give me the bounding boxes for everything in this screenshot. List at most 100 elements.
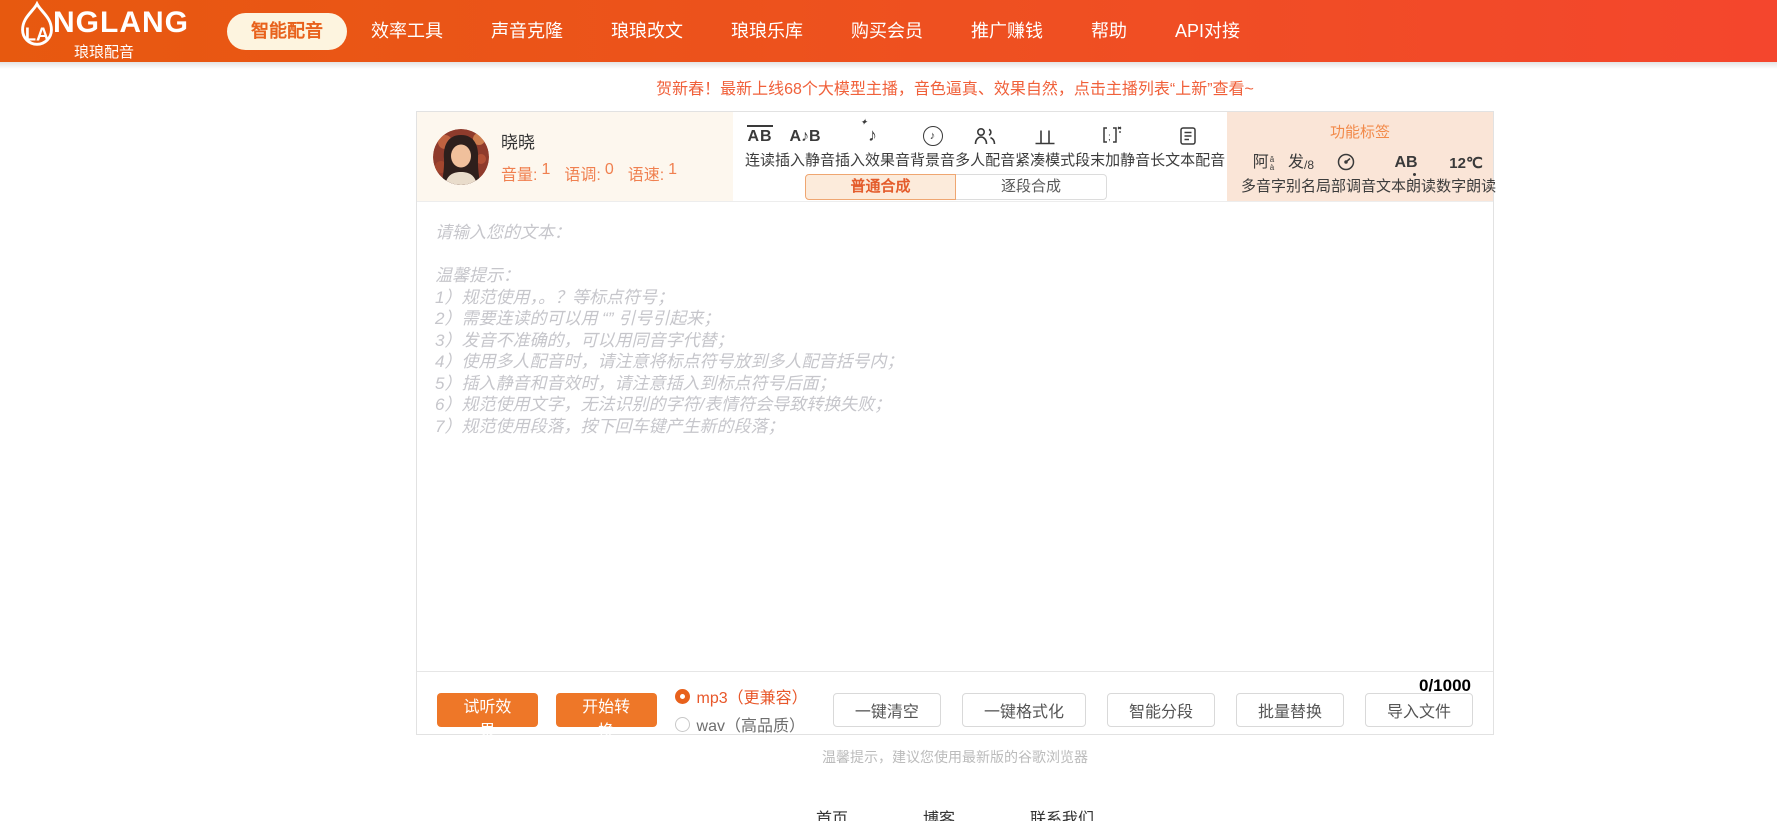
format-mp3[interactable]: mp3（更兼容）	[674, 684, 808, 708]
tool-compact-mode[interactable]: 紧凑模式	[1015, 120, 1075, 170]
dubbing-panel: 晓晓 音量: 1 语调: 0 语速: 1 AB 连读 A♪B 插入静音 ✦ ♪ …	[416, 111, 1496, 740]
alias-icon: 发/8	[1288, 154, 1315, 172]
tag-text-reading[interactable]: AB 文本朗读	[1376, 146, 1436, 196]
tag-label: 多音字	[1241, 178, 1287, 195]
top-navbar: LA NGLANG 琅琅配音 智能配音 效率工具 声音克隆 琅琅改文 琅琅乐库 …	[0, 0, 1777, 62]
nav-shadow	[0, 62, 1777, 69]
speaker-params: 音量: 1 语调: 0 语速: 1	[501, 161, 687, 185]
format-selector: mp3（更兼容） wav（高品质）	[674, 684, 808, 736]
action-buttons: 一键清空 一键格式化 智能分段 批量替换 导入文件	[832, 693, 1473, 727]
main-menu: 智能配音 效率工具 声音克隆 琅琅改文 琅琅乐库 购买会员 推广赚钱 帮助 AP…	[227, 12, 1264, 50]
tag-local-tuning[interactable]: 局部调音	[1316, 146, 1376, 196]
tool-label: 长文本配音	[1150, 152, 1226, 169]
tag-alias[interactable]: 发/8 别名	[1286, 146, 1316, 196]
toolbar-cell: AB 连读 A♪B 插入静音 ✦ ♪ 插入效果音 ♪ 背景音 多人配音 紧凑模式…	[733, 112, 1227, 201]
nav-item-buy-membership[interactable]: 购买会员	[827, 13, 947, 50]
volume-value: 1	[541, 161, 551, 178]
number-reading-icon: 12℃	[1449, 155, 1483, 172]
long-text-dubbing-icon	[1179, 127, 1196, 145]
footer-links: 首页 博客 联系我们	[416, 805, 1494, 821]
tab-segment-synthesis[interactable]: 逐段合成	[956, 174, 1107, 200]
mp3-radio[interactable]	[674, 688, 690, 704]
speaker-card[interactable]: 晓晓 音量: 1 语调: 0 语速: 1	[417, 112, 733, 201]
format-wav[interactable]: wav（高品质）	[674, 712, 805, 736]
paragraph-end-silence-icon: ;	[1102, 126, 1121, 143]
feature-tags-panel: 功能标签 阿 ǎà 多音字 发/8 别名 局部调音 AB 文本朗读 12℃ 数字…	[1227, 112, 1496, 201]
tool-label: 紧凑模式	[1015, 152, 1076, 169]
convert-button[interactable]: 开始转换	[555, 693, 657, 740]
speed-label: 语速:	[627, 167, 665, 184]
logo-monogram: LA	[25, 23, 49, 44]
tool-multi-voice[interactable]: 多人配音	[955, 120, 1015, 170]
insert-silence-icon: A♪B	[789, 128, 821, 145]
speaker-name: 晓晓	[501, 133, 535, 152]
tool-label: 段末加静音	[1075, 152, 1151, 169]
promo-banner-text: 贺新春！最新上线68个大模型主播，音色逼真、效果自然，点击主播列表“上新”查看~	[656, 80, 1254, 98]
nav-item-promote-earn[interactable]: 推广赚钱	[947, 13, 1067, 50]
feature-tags-title: 功能标签	[1329, 124, 1390, 141]
nav-item-ai-dubbing[interactable]: 智能配音	[227, 12, 347, 50]
tab-normal-synthesis[interactable]: 普通合成	[805, 174, 956, 200]
polyphonic-icon: 阿 ǎà	[1252, 154, 1275, 172]
nav-item-music-library[interactable]: 琅琅乐库	[707, 13, 827, 50]
local-tuning-icon	[1337, 153, 1355, 171]
wav-radio[interactable]	[674, 716, 690, 732]
nav-item-api[interactable]: API对接	[1151, 13, 1264, 50]
brand-logo[interactable]: LA NGLANG 琅琅配音	[12, 0, 189, 62]
tool-label: 多人配音	[955, 152, 1016, 169]
text-input[interactable]	[417, 202, 1493, 671]
tool-long-text-dubbing[interactable]: 长文本配音	[1150, 120, 1225, 170]
tool-insert-sfx[interactable]: ✦ ♪ 插入效果音	[835, 117, 911, 170]
tag-polyphonic[interactable]: 阿 ǎà 多音字	[1241, 146, 1286, 196]
tag-label: 局部调音	[1316, 178, 1377, 195]
char-counter: 0/1000	[1419, 676, 1471, 695]
compact-mode-icon	[1035, 130, 1055, 145]
clear-all-button[interactable]: 一键清空	[832, 693, 941, 727]
nav-item-help[interactable]: 帮助	[1067, 13, 1151, 50]
panel-header: 晓晓 音量: 1 语调: 0 语速: 1 AB 连读 A♪B 插入静音 ✦ ♪ …	[417, 112, 1496, 202]
tool-label: 插入效果音	[835, 152, 911, 169]
background-music-icon: ♪	[922, 126, 943, 146]
multi-voice-icon	[974, 127, 996, 145]
speaker-avatar[interactable]	[433, 128, 489, 185]
tool-paragraph-end-silence[interactable]: ; 段末加静音	[1075, 120, 1150, 170]
promo-banner[interactable]: 贺新春！最新上线68个大模型主播，音色逼真、效果自然，点击主播列表“上新”查看~	[416, 62, 1494, 111]
wav-label: wav（高品质）	[696, 718, 805, 735]
insert-sfx-icon: ✦ ♪	[860, 117, 878, 145]
logo-text: NGLANG	[53, 5, 189, 39]
tool-label: 连读	[745, 152, 776, 169]
format-text-button[interactable]: 一键格式化	[961, 693, 1086, 727]
tone-value: 0	[604, 161, 614, 178]
nav-item-efficiency-tools[interactable]: 效率工具	[347, 13, 467, 50]
tool-label: 背景音	[910, 152, 956, 169]
tag-label: 数字朗读	[1436, 178, 1497, 195]
mp3-label: mp3（更兼容）	[696, 690, 808, 707]
batch-replace-button[interactable]: 批量替换	[1235, 693, 1344, 727]
tag-number-reading[interactable]: 12℃ 数字朗读	[1436, 146, 1496, 196]
nav-item-text-rewrite[interactable]: 琅琅改文	[587, 13, 707, 50]
linked-reading-icon: AB	[747, 125, 773, 146]
logo-subtitle: 琅琅配音	[74, 43, 135, 61]
nav-item-voice-clone[interactable]: 声音克隆	[467, 13, 587, 50]
footer-link-home[interactable]: 首页	[816, 805, 848, 821]
tag-label: 别名	[1286, 178, 1317, 195]
tool-background-music[interactable]: ♪ 背景音	[910, 120, 955, 170]
listen-button[interactable]: 试听效果	[437, 693, 538, 740]
svg-text:;: ;	[1108, 132, 1111, 143]
toolbar: AB 连读 A♪B 插入静音 ✦ ♪ 插入效果音 ♪ 背景音 多人配音 紧凑模式…	[733, 117, 1227, 170]
footer-link-blog[interactable]: 博客	[923, 805, 955, 821]
text-reading-icon: AB	[1395, 154, 1418, 176]
tag-label: 文本朗读	[1376, 178, 1437, 195]
speed-value: 1	[668, 161, 678, 178]
tool-linked-reading[interactable]: AB 连读	[745, 120, 775, 170]
volume-label: 音量:	[501, 167, 538, 184]
synthesis-tabs: 普通合成 逐段合成	[805, 174, 1227, 200]
footer-link-contact[interactable]: 联系我们	[1030, 805, 1094, 821]
import-file-button[interactable]: 导入文件	[1364, 693, 1473, 727]
browser-hint: 温馨提示，建议您使用最新版的谷歌浏览器	[822, 749, 1088, 765]
tool-label: 插入静音	[775, 152, 836, 169]
smart-segment-button[interactable]: 智能分段	[1106, 693, 1215, 727]
tool-insert-silence[interactable]: A♪B 插入静音	[775, 120, 835, 170]
bottom-bar: 0/1000 试听效果 开始转换 mp3（更兼容） wav（高品质） 一键清空	[417, 671, 1493, 740]
tone-label: 语调:	[564, 167, 601, 184]
